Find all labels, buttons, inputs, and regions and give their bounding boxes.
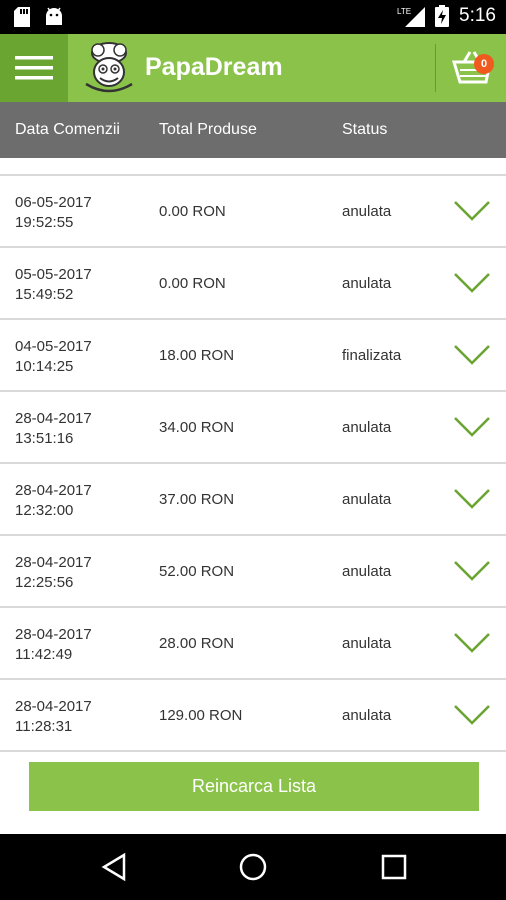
order-row[interactable]: 05-05-2017 15:49:52 0.00 RON anulata: [0, 248, 506, 320]
orders-list[interactable]: 06-05-2017 19:52:55 0.00 RON anulata 05-05-2…: [0, 176, 506, 752]
svg-text:LTE: LTE: [397, 7, 411, 16]
status-bar: LTE 5:16: [0, 0, 506, 34]
order-time: 10:14:25: [15, 358, 74, 375]
order-row[interactable]: 06-05-2017 19:52:55 0.00 RON anulata: [0, 176, 506, 248]
order-status: anulata: [342, 707, 392, 724]
order-datetime: 05-05-2017 15:49:52: [15, 265, 92, 305]
chevron-down-icon[interactable]: [453, 632, 491, 654]
menu-button[interactable]: [0, 34, 68, 102]
battery-charging-icon: [435, 5, 450, 27]
order-status: anulata: [342, 203, 392, 220]
hamburger-icon: [15, 56, 53, 80]
order-row[interactable]: 28-04-2017 13:51:16 34.00 RON anulata: [0, 392, 506, 464]
app-bar: PapaDream 0: [0, 34, 506, 102]
order-time: 12:32:00: [15, 502, 74, 519]
order-status: anulata: [342, 419, 392, 436]
order-datetime: 06-05-2017 19:52:55: [15, 193, 92, 233]
order-status: anulata: [342, 563, 392, 580]
papadream-logo: [85, 42, 133, 93]
order-datetime: 28-04-2017 11:42:49: [15, 625, 92, 665]
order-date: 05-05-2017: [15, 266, 92, 283]
order-time: 12:25:56: [15, 574, 74, 591]
order-datetime: 04-05-2017 10:14:25: [15, 337, 92, 377]
sd-card-icon: [14, 7, 30, 27]
order-datetime: 28-04-2017 12:32:00: [15, 481, 92, 521]
chevron-down-icon[interactable]: [453, 704, 491, 726]
order-datetime: 28-04-2017 13:51:16: [15, 409, 92, 449]
app-bar-divider: [435, 44, 436, 92]
order-row[interactable]: 28-04-2017 11:28:31 129.00 RON anulata: [0, 680, 506, 752]
reload-list-button[interactable]: Reincarca Lista: [29, 762, 479, 811]
chevron-down-icon[interactable]: [453, 416, 491, 438]
order-total: 28.00 RON: [159, 635, 235, 652]
order-date: 28-04-2017: [15, 698, 92, 715]
order-total: 129.00 RON: [159, 707, 243, 724]
order-time: 13:51:16: [15, 430, 74, 447]
order-datetime: 28-04-2017 12:25:56: [15, 553, 92, 593]
chevron-down-icon[interactable]: [453, 200, 491, 222]
order-date: 28-04-2017: [15, 410, 92, 427]
list-top-spacer: [0, 158, 506, 174]
order-row[interactable]: 28-04-2017 11:42:49 28.00 RON anulata: [0, 608, 506, 680]
chevron-down-icon[interactable]: [453, 560, 491, 582]
signal-lte-icon: LTE: [397, 7, 426, 27]
android-icon: [46, 7, 62, 25]
app-title: PapaDream: [145, 53, 283, 81]
back-icon[interactable]: [100, 852, 128, 882]
clock: 5:16: [459, 5, 496, 26]
order-time: 11:28:31: [15, 718, 73, 735]
order-status: anulata: [342, 275, 392, 292]
order-total: 34.00 RON: [159, 419, 235, 436]
order-row[interactable]: 28-04-2017 12:25:56 52.00 RON anulata: [0, 536, 506, 608]
chevron-down-icon[interactable]: [453, 344, 491, 366]
chevron-down-icon[interactable]: [453, 488, 491, 510]
order-total: 0.00 RON: [159, 203, 226, 220]
order-status: anulata: [342, 491, 392, 508]
order-status: finalizata: [342, 347, 402, 364]
header-date: Data Comenzii: [15, 121, 120, 138]
order-date: 28-04-2017: [15, 626, 92, 643]
order-time: 11:42:49: [15, 646, 73, 663]
order-total: 0.00 RON: [159, 275, 226, 292]
cart-count-badge: 0: [474, 54, 494, 74]
recents-icon[interactable]: [380, 852, 408, 882]
chevron-down-icon[interactable]: [453, 272, 491, 294]
header-status: Status: [342, 121, 388, 138]
system-nav-bar: [0, 834, 506, 900]
order-date: 28-04-2017: [15, 482, 92, 499]
order-status: anulata: [342, 635, 392, 652]
order-date: 28-04-2017: [15, 554, 92, 571]
orders-table-header: Data Comenzii Total Produse Status: [0, 102, 506, 158]
order-time: 19:52:55: [15, 214, 74, 231]
order-row[interactable]: 04-05-2017 10:14:25 18.00 RON finalizata: [0, 320, 506, 392]
order-total: 52.00 RON: [159, 563, 235, 580]
order-row[interactable]: 28-04-2017 12:32:00 37.00 RON anulata: [0, 464, 506, 536]
home-icon[interactable]: [238, 852, 268, 882]
order-date: 04-05-2017: [15, 338, 92, 355]
order-time: 15:49:52: [15, 286, 74, 303]
order-date: 06-05-2017: [15, 194, 92, 211]
header-total: Total Produse: [159, 121, 257, 138]
order-datetime: 28-04-2017 11:28:31: [15, 697, 92, 737]
order-total: 18.00 RON: [159, 347, 235, 364]
order-total: 37.00 RON: [159, 491, 235, 508]
